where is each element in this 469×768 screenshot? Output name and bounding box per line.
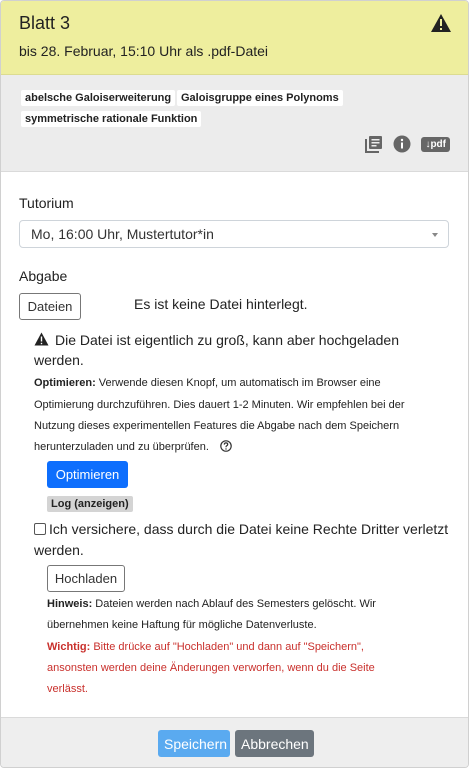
help-icon[interactable] (220, 440, 232, 452)
tag: symmetrische rationale Funktion (21, 111, 202, 127)
submission-card: Blatt 3 bis 28. Februar, 15:10 Uhr als .… (0, 0, 469, 768)
important-bold-label: Wichtig: (47, 641, 91, 653)
tutorium-select[interactable]: Mo, 16:00 Uhr, Mustertutor*in (19, 220, 449, 248)
optimize-text: Nutzung dieses experimentellen Features … (34, 420, 400, 432)
important-line: ansonsten werden deine Änderungen verwor… (47, 662, 375, 674)
optimize-button[interactable]: Optimieren (47, 461, 128, 488)
size-warning-line: Die Datei ist eigentlich zu groß, kann a… (55, 332, 399, 348)
size-warning-line: werden. (34, 352, 84, 368)
rights-checkbox[interactable] (34, 523, 46, 535)
hint-bold-label: Hinweis: (47, 598, 93, 610)
optimize-description: Optimieren: Verwende diesen Knopf, um au… (34, 373, 381, 394)
sheet-title: Blatt 3 (19, 13, 71, 33)
deadline-text: bis 28. Februar, 15:10 Uhr als .pdf-Date… (19, 43, 269, 59)
optimize-text: Optimierung durchzuführen. Dies dauert 1… (34, 399, 405, 411)
tag: Galoisgruppe eines Polynoms (177, 90, 343, 106)
optimize-text: herunterzuladen und zu überprüfen. (34, 437, 232, 458)
warning-icon (431, 14, 451, 32)
optimize-text: herunterzuladen und zu überprüfen. (34, 441, 209, 453)
card-header: Blatt 3 bis 28. Februar, 15:10 Uhr als .… (1, 1, 468, 75)
important-text: Wichtig: Bitte drücke auf "Hochladen" un… (47, 637, 364, 658)
warning-icon (34, 332, 49, 346)
abgabe-label: Abgabe (19, 268, 68, 284)
save-button[interactable]: Speichern (158, 730, 230, 757)
hint-line: übernehmen keine Haftung für mögliche Da… (47, 619, 317, 631)
show-log-button[interactable]: Log (anzeigen) (47, 496, 133, 512)
chevron-down-icon (432, 233, 438, 237)
download-pdf-button[interactable]: ↓pdf (421, 136, 450, 152)
optimize-text: Verwende diesen Knopf, um automatisch im… (98, 377, 381, 389)
hint-line: Dateien werden nach Ablauf des Semesters… (95, 598, 376, 610)
info-icon[interactable] (393, 135, 411, 153)
upload-button[interactable]: Hochladen (47, 565, 125, 592)
hint-text: Hinweis: Dateien werden nach Ablauf des … (47, 594, 376, 615)
tag: abelsche Galoiserweiterung (21, 90, 176, 106)
library-icon[interactable] (365, 135, 383, 153)
rights-confirm-text: Ich versichere, dass durch die Datei kei… (49, 521, 449, 537)
card-footer: Speichern Abbrechen (1, 717, 468, 767)
tool-icons: ↓pdf (365, 135, 450, 153)
cancel-button[interactable]: Abbrechen (235, 730, 314, 757)
files-button[interactable]: Dateien (19, 293, 81, 320)
important-line: verlässt. (47, 683, 88, 695)
important-line: Bitte drücke auf "Hochladen" und dann au… (93, 641, 364, 653)
optimize-bold-label: Optimieren: (34, 377, 96, 389)
tutorium-label: Tutorium (19, 195, 74, 211)
rights-confirm-text: werden. (34, 542, 84, 558)
tutorium-selected-value: Mo, 16:00 Uhr, Mustertutor*in (31, 226, 214, 242)
tags-area: abelsche Galoiserweiterung Galoisgruppe … (1, 75, 468, 172)
no-file-text: Es ist keine Datei hinterlegt. (134, 296, 308, 312)
